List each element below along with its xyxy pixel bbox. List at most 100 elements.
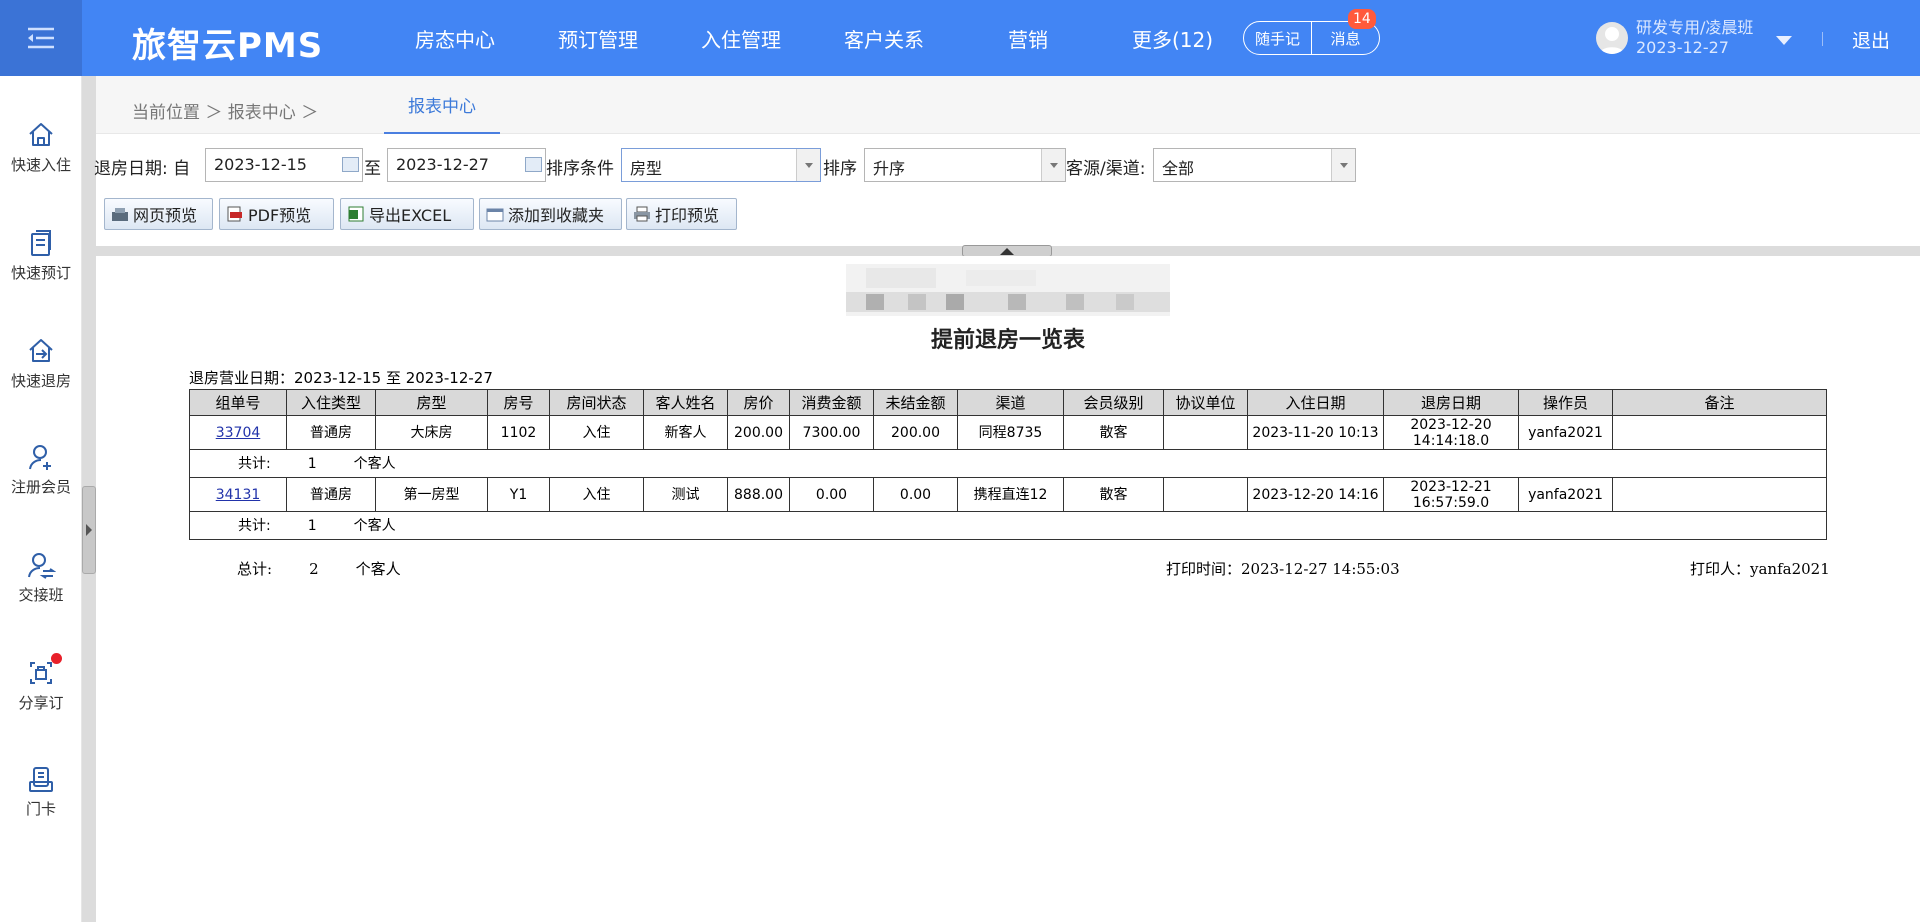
chevron-down-icon[interactable] (1041, 149, 1065, 181)
web-preview-button[interactable]: 网页预览 (104, 198, 213, 230)
nav-crm[interactable]: 客户关系 (844, 24, 924, 53)
print-preview-button[interactable]: 打印预览 (626, 198, 737, 230)
sidebar-item-label: 交接班 (18, 586, 64, 604)
export-excel-button[interactable]: 导出EXCEL (340, 198, 474, 230)
menu-toggle-button[interactable] (0, 0, 82, 76)
table-cell: 散客 (1063, 415, 1164, 450)
sort-field-label: 排序条件 (546, 159, 614, 179)
sort-order-select[interactable]: 升序 (864, 148, 1066, 182)
button-label: 打印预览 (655, 206, 720, 225)
column-header: 退房日期 (1383, 389, 1519, 416)
table-cell: 普通房 (286, 415, 376, 450)
table-cell: 普通房 (286, 477, 376, 512)
avatar (1596, 22, 1628, 54)
date-to-value: 2023-12-27 (396, 155, 489, 174)
report-table: 组单号 入住类型 房型 房号 房间状态 客人姓名 房价 消费金额 未结金额 渠道… (189, 389, 1827, 540)
nav-room-status[interactable]: 房态中心 (415, 24, 495, 53)
nav-more[interactable]: 更多(12) (1132, 24, 1213, 53)
sidebar-item-label: 快速入住 (10, 156, 71, 174)
user-menu[interactable]: 研发专用/凌晨班 2023-12-27 (1596, 18, 1753, 58)
table-cell: 入住 (549, 477, 644, 512)
total-count: 2 (309, 560, 319, 578)
sidebar-collapse-handle[interactable] (82, 486, 96, 574)
report-viewer (96, 256, 1920, 922)
message-count-badge: 14 (1348, 9, 1376, 29)
table-cell: 2023-12-20 14:16 (1247, 477, 1384, 512)
add-favorite-button[interactable]: 添加到收藏夹 (479, 198, 622, 230)
button-label: 添加到收藏夹 (508, 206, 605, 225)
notes-button[interactable]: 随手记 (1244, 22, 1312, 54)
subtotal-row: 共计: 1 个客人 (189, 511, 1827, 540)
chevron-down-icon[interactable] (796, 149, 820, 181)
chevron-down-icon[interactable] (1331, 149, 1355, 181)
table-cell: 2023-12-21 16:57:59.0 (1383, 477, 1519, 512)
logout-button[interactable]: 退出 (1852, 26, 1890, 53)
sidebar-item-quick-checkin[interactable]: 快速入住 (0, 120, 82, 175)
excel-icon (348, 206, 364, 222)
table-cell (1163, 415, 1248, 450)
menu-icon (28, 27, 54, 49)
table-cell: 入住 (549, 415, 644, 450)
sidebar-item-label: 快速退房 (10, 372, 71, 390)
sidebar-item-quick-booking[interactable]: 快速预订 (0, 228, 82, 283)
print-time: 打印时间：2023-12-27 14:55:03 (1166, 560, 1400, 578)
table-cell (1612, 477, 1827, 512)
channel-value: 全部 (1162, 159, 1195, 178)
pdf-icon (227, 206, 242, 222)
sidebar-item-register-member[interactable]: 注册会员 (0, 442, 82, 497)
date-from-value: 2023-12-15 (214, 155, 307, 174)
date-from-field[interactable]: 2023-12-15 (205, 148, 363, 182)
column-header: 会员级别 (1063, 389, 1164, 416)
table-cell: 200.00 (873, 415, 958, 450)
column-header: 房价 (727, 389, 790, 416)
total-label: 总计: (237, 560, 273, 578)
sidebar-item-share-booking[interactable]: 分享订 (0, 653, 82, 713)
nav-checkin[interactable]: 入住管理 (701, 24, 781, 53)
chevron-right-icon (86, 524, 92, 536)
brand-logo: 旅智云PMS (132, 26, 324, 66)
column-header: 组单号 (189, 389, 287, 416)
sort-field-select[interactable]: 房型 (621, 148, 821, 182)
subtotal-count: 1 (307, 517, 317, 534)
table-cell: yanfa2021 (1518, 415, 1613, 450)
favorite-icon (486, 208, 504, 222)
subtotal-label: 共计: (238, 455, 271, 472)
group-order-link[interactable]: 33704 (216, 425, 261, 441)
table-cell: 同程8735 (957, 415, 1064, 450)
home-icon (29, 123, 53, 146)
table-cell: yanfa2021 (1518, 477, 1613, 512)
grand-total: 总计: 2 个客人 (237, 558, 401, 579)
nav-marketing[interactable]: 营销 (1008, 24, 1048, 53)
table-cell: 2023-12-20 14:14:18.0 (1383, 415, 1519, 450)
pdf-preview-button[interactable]: PDF预览 (219, 198, 334, 230)
top-bar: 旅智云PMS 房态中心 预订管理 入住管理 客户关系 营销 更多(12) 随手记… (0, 0, 1920, 76)
nav-reservations[interactable]: 预订管理 (558, 24, 638, 53)
group-order-link[interactable]: 34131 (216, 487, 261, 503)
table-cell: 散客 (1063, 477, 1164, 512)
sidebar-item-shift-handover[interactable]: 交接班 (0, 550, 82, 605)
quick-sidebar: 快速入住 快速预订 快速退房 注册会员 交接班 分享订 门卡 (0, 76, 82, 922)
sidebar-item-room-card[interactable]: 门卡 (0, 764, 82, 819)
print-icon (634, 206, 650, 222)
button-label: 导出EXCEL (369, 206, 452, 225)
report-title: 提前退房一览表 (930, 328, 1085, 353)
divider (1822, 32, 1823, 46)
tab-report-center[interactable]: 报表中心 (384, 76, 500, 134)
calendar-icon[interactable] (525, 157, 542, 172)
date-to-label: 至 (364, 159, 381, 179)
table-cell: 7300.00 (789, 415, 874, 450)
table-cell: 1102 (487, 415, 550, 450)
shift-icon (28, 553, 56, 579)
chevron-down-icon[interactable] (1776, 36, 1792, 45)
table-header-row: 组单号 入住类型 房型 房号 房间状态 客人姓名 房价 消费金额 未结金额 渠道… (189, 389, 1827, 416)
calendar-icon[interactable] (342, 157, 359, 172)
column-header: 备注 (1612, 389, 1827, 416)
report-period: 退房营业日期：2023-12-15 至 2023-12-27 (189, 369, 493, 387)
column-header: 未结金额 (873, 389, 958, 416)
channel-select[interactable]: 全部 (1153, 148, 1356, 182)
date-to-field[interactable]: 2023-12-27 (387, 148, 546, 182)
table-cell: 0.00 (789, 477, 874, 512)
column-header: 渠道 (957, 389, 1064, 416)
chevron-up-icon (1000, 247, 1014, 255)
table-cell: 测试 (643, 477, 728, 512)
